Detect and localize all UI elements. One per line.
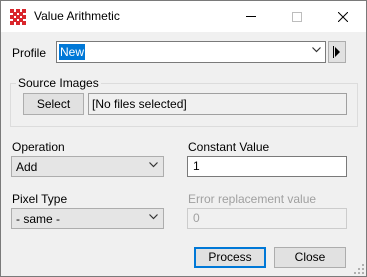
play-arrow-icon: [333, 46, 340, 58]
maximize-button[interactable]: [274, 1, 320, 32]
minimize-button[interactable]: [228, 1, 274, 32]
red-grid-icon: [10, 9, 26, 25]
source-images-group-label: Source Images: [16, 76, 101, 90]
pixel-type-selected-value: - same -: [16, 212, 61, 226]
chevron-down-icon: [149, 214, 158, 220]
selected-files-field: [No files selected]: [88, 93, 347, 115]
profile-selected-value: New: [59, 44, 86, 60]
profile-menu-button[interactable]: [328, 41, 346, 63]
chevron-down-icon: [149, 162, 158, 168]
profile-dropdown[interactable]: New: [56, 41, 326, 63]
constant-value-label: Constant Value: [188, 140, 270, 154]
minimize-icon: [246, 16, 256, 17]
operation-label: Operation: [12, 140, 65, 154]
profile-label: Profile: [12, 46, 47, 60]
close-window-button[interactable]: [320, 1, 366, 32]
error-replacement-input: 0: [187, 208, 347, 229]
pixel-type-label: Pixel Type: [12, 192, 68, 206]
select-files-button[interactable]: Select: [23, 93, 84, 115]
operation-selected-value: Add: [16, 160, 38, 174]
maximize-icon: [292, 11, 302, 22]
resize-grip-icon[interactable]: [354, 264, 364, 274]
title-bar[interactable]: Value Arithmetic: [1, 1, 366, 32]
operation-dropdown[interactable]: Add: [11, 156, 164, 177]
close-icon: [338, 11, 348, 22]
close-button[interactable]: Close: [274, 247, 346, 268]
window-title: Value Arithmetic: [34, 9, 120, 23]
pixel-type-dropdown[interactable]: - same -: [11, 208, 164, 229]
chevron-down-icon: [312, 47, 321, 53]
dialog-window: Value Arithmetic Profile New Source Imag…: [0, 0, 367, 277]
constant-value-input[interactable]: 1: [187, 156, 347, 177]
process-button[interactable]: Process: [194, 247, 266, 268]
error-replacement-label: Error replacement value: [188, 192, 317, 206]
